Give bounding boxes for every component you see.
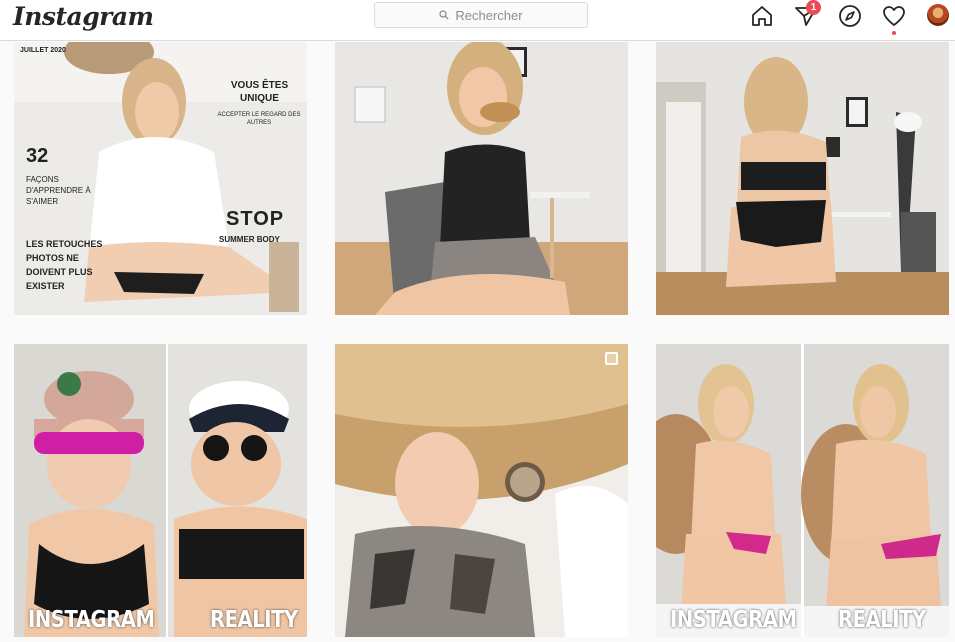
explore-button[interactable] [838, 4, 862, 28]
instagram-label: INSTAGRAM [28, 607, 155, 633]
cover-subline: ACCEPTER LE REGARD DES AUTRES [217, 112, 301, 126]
heart-icon [883, 6, 905, 26]
post-lying-photo[interactable] [335, 344, 628, 637]
post-image [656, 344, 949, 637]
instagram-label: INSTAGRAM [670, 607, 797, 633]
profile-avatar[interactable] [927, 4, 949, 26]
reality-label: REALITY [838, 607, 926, 633]
cover-stop: STOP [226, 208, 285, 230]
explore-icon [839, 5, 861, 27]
post-comparison-hat[interactable]: INSTAGRAM REALITY [14, 344, 307, 637]
search-input[interactable]: Rechercher [374, 2, 588, 28]
reality-label: REALITY [210, 607, 298, 633]
post-back-photo[interactable] [656, 42, 949, 315]
search-icon [439, 10, 450, 20]
post-comparison-lingerie[interactable]: INSTAGRAM REALITY [656, 344, 949, 637]
cover-number-text: FAÇONS D'APPRENDRE À S'AIMER [26, 175, 91, 206]
search-placeholder: Rechercher [455, 7, 523, 23]
cover-retouches: LES RETOUCHES PHOTOS NE DOIVENT PLUS EXI… [26, 239, 103, 291]
cover-number: 32 [26, 145, 49, 167]
direct-button[interactable]: 1 [794, 0, 821, 28]
post-eating-photo[interactable] [335, 42, 628, 315]
activity-dot [892, 31, 896, 35]
instagram-logo[interactable]: Instagram [13, 2, 154, 31]
activity-button[interactable] [882, 4, 906, 35]
multiple-photos-icon [605, 352, 618, 365]
post-magazine-cover[interactable]: JUILLET 2020 VOUS ÊTES UNIQUE ACCEPTER L… [14, 42, 307, 315]
post-image [335, 344, 628, 637]
home-icon [752, 6, 772, 26]
post-image [656, 42, 949, 315]
direct-notification-badge: 1 [806, 0, 821, 15]
post-image [14, 344, 307, 637]
home-button[interactable] [750, 4, 774, 28]
top-navigation-bar: Instagram Rechercher 1 [0, 0, 955, 41]
post-image [335, 42, 628, 315]
cover-summer: SUMMER BODY [219, 235, 280, 244]
cover-date: JUILLET 2020 [20, 47, 66, 54]
cover-headline: VOUS ÊTES UNIQUE [230, 80, 289, 104]
